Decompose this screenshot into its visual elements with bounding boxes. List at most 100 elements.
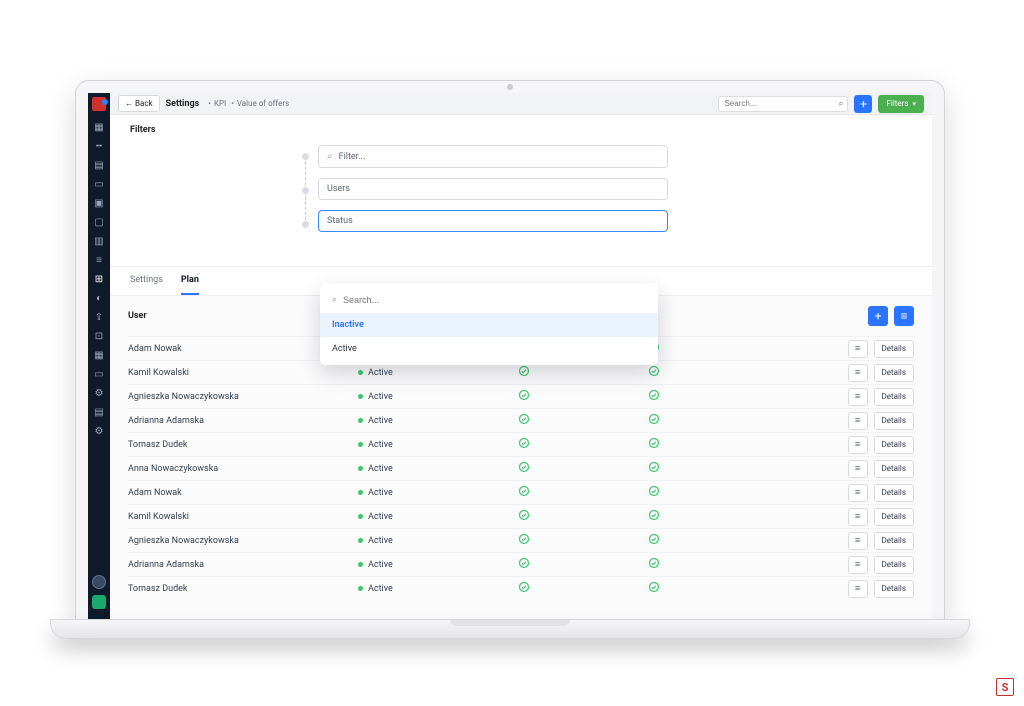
search-icon: ⌕ <box>838 99 843 109</box>
user-avatar[interactable] <box>92 575 106 589</box>
row-menu-button[interactable]: ≡ <box>848 388 868 406</box>
dropdown-search-input[interactable] <box>343 295 646 305</box>
search-icon: ⌕ <box>327 151 333 162</box>
upload-icon[interactable]: ⇪ <box>93 311 105 323</box>
cart-icon[interactable]: ⊡ <box>93 330 105 342</box>
details-button[interactable]: Details <box>874 340 914 358</box>
content: Filters ⌕ Filter... Users S <box>110 115 932 619</box>
check-icon <box>518 581 648 596</box>
global-search[interactable]: ⌕ <box>718 96 848 112</box>
details-button[interactable]: Details <box>874 484 914 502</box>
network-icon[interactable]: ⊞ <box>93 273 105 285</box>
cell-status: Active <box>358 512 518 522</box>
row-menu-button[interactable]: ≡ <box>848 508 868 526</box>
table-row: Adam NowakActive≡Details <box>128 480 914 504</box>
row-menu-button[interactable]: ≡ <box>848 484 868 502</box>
row-menu-button[interactable]: ≡ <box>848 532 868 550</box>
status-select-label: Status <box>327 216 353 226</box>
chevron-down-icon: ▾ <box>912 100 916 108</box>
global-search-input[interactable] <box>724 99 834 108</box>
cell-user-name: Tomasz Dudek <box>128 584 358 594</box>
filters-button[interactable]: Filters ▾ <box>878 95 924 113</box>
dropdown-option-active[interactable]: Active <box>320 337 658 361</box>
cell-user-name: Adam Nowak <box>128 488 358 498</box>
wallet-icon[interactable]: ▦ <box>93 349 105 361</box>
check-icon <box>518 437 648 452</box>
step-dot <box>302 221 309 228</box>
document-icon[interactable]: ▭ <box>93 178 105 190</box>
table-row: Agnieszka NowaczykowskaActive≡Details <box>128 384 914 408</box>
details-button[interactable]: Details <box>874 508 914 526</box>
chart-icon[interactable]: ╍ <box>93 140 105 152</box>
add-button[interactable]: + <box>854 95 872 113</box>
calendar-icon[interactable]: ▤ <box>93 159 105 171</box>
folder-icon[interactable]: ▣ <box>93 197 105 209</box>
back-button[interactable]: ← Back <box>118 95 160 112</box>
users-select-label: Users <box>327 184 350 194</box>
settings-icon[interactable]: ⚙ <box>93 387 105 399</box>
check-icon <box>648 581 778 596</box>
row-menu-button[interactable]: ≡ <box>848 556 868 574</box>
list-icon[interactable]: ≡ <box>93 254 105 266</box>
dropdown-search[interactable]: ⌕ <box>320 291 658 313</box>
filters-button-label: Filters <box>886 99 908 108</box>
cloud-icon[interactable]: ◐ <box>93 292 105 304</box>
check-icon <box>648 341 778 356</box>
laptop-base <box>50 619 970 639</box>
status-select[interactable]: Status <box>318 210 668 232</box>
step-dot <box>302 153 309 160</box>
check-icon <box>648 485 778 500</box>
briefcase-icon[interactable]: ▢ <box>93 216 105 228</box>
filter-input[interactable]: ⌕ Filter... <box>318 145 668 168</box>
view-list-button[interactable]: ≡ <box>894 306 914 326</box>
breadcrumb-root[interactable]: Settings <box>166 99 200 109</box>
dropdown-option-inactive[interactable]: Inactive <box>320 313 658 337</box>
brand-mark-icon: S <box>996 678 1014 696</box>
details-button[interactable]: Details <box>874 460 914 478</box>
users-select[interactable]: Users <box>318 178 668 200</box>
cell-status: Active <box>358 536 518 546</box>
check-icon <box>518 557 648 572</box>
report-icon[interactable]: ▤ <box>93 406 105 418</box>
row-menu-button[interactable]: ≡ <box>848 364 868 382</box>
check-icon <box>648 509 778 524</box>
check-icon <box>518 461 648 476</box>
status-dot-icon <box>358 370 363 375</box>
help-icon[interactable] <box>92 595 106 609</box>
table-row: Anna NowaczykowskaActive≡Details <box>128 456 914 480</box>
add-row-button[interactable]: + <box>868 306 888 326</box>
status-dot-icon <box>358 442 363 447</box>
check-icon <box>648 437 778 452</box>
row-menu-button[interactable]: ≡ <box>848 460 868 478</box>
status-dot-icon <box>358 394 363 399</box>
cell-status: Active <box>358 560 518 570</box>
check-icon <box>518 389 648 404</box>
gear-icon[interactable]: ⚙ <box>93 425 105 437</box>
row-menu-button[interactable]: ≡ <box>848 436 868 454</box>
app-screen: ▦ ╍ ▤ ▭ ▣ ▢ ▥ ≡ ⊞ ◐ ⇪ ⊡ ▦ ▭ ⚙ ▤ ⚙ ← <box>88 93 932 619</box>
status-dropdown: ⌕ Inactive Active <box>320 283 658 365</box>
dashboard-icon[interactable]: ▦ <box>93 121 105 133</box>
details-button[interactable]: Details <box>874 580 914 598</box>
check-icon <box>518 509 648 524</box>
cell-status: Active <box>358 416 518 426</box>
row-menu-button[interactable]: ≡ <box>848 412 868 430</box>
cell-user-name: Anna Nowaczykowska <box>128 464 358 474</box>
archive-icon[interactable]: ▭ <box>93 368 105 380</box>
details-button[interactable]: Details <box>874 364 914 382</box>
tab-settings[interactable]: Settings <box>130 275 163 295</box>
details-button[interactable]: Details <box>874 556 914 574</box>
details-button[interactable]: Details <box>874 436 914 454</box>
row-menu-button[interactable]: ≡ <box>848 580 868 598</box>
arrow-left-icon: ← <box>125 99 133 108</box>
table-row: Adrianna AdamskaActive≡Details <box>128 552 914 576</box>
details-button[interactable]: Details <box>874 532 914 550</box>
step-dot <box>302 187 309 194</box>
details-button[interactable]: Details <box>874 412 914 430</box>
clipboard-icon[interactable]: ▥ <box>93 235 105 247</box>
row-menu-button[interactable]: ≡ <box>848 340 868 358</box>
tab-plan[interactable]: Plan <box>181 275 199 295</box>
details-button[interactable]: Details <box>874 388 914 406</box>
status-dot-icon <box>358 562 363 567</box>
filter-placeholder: Filter... <box>339 152 366 162</box>
